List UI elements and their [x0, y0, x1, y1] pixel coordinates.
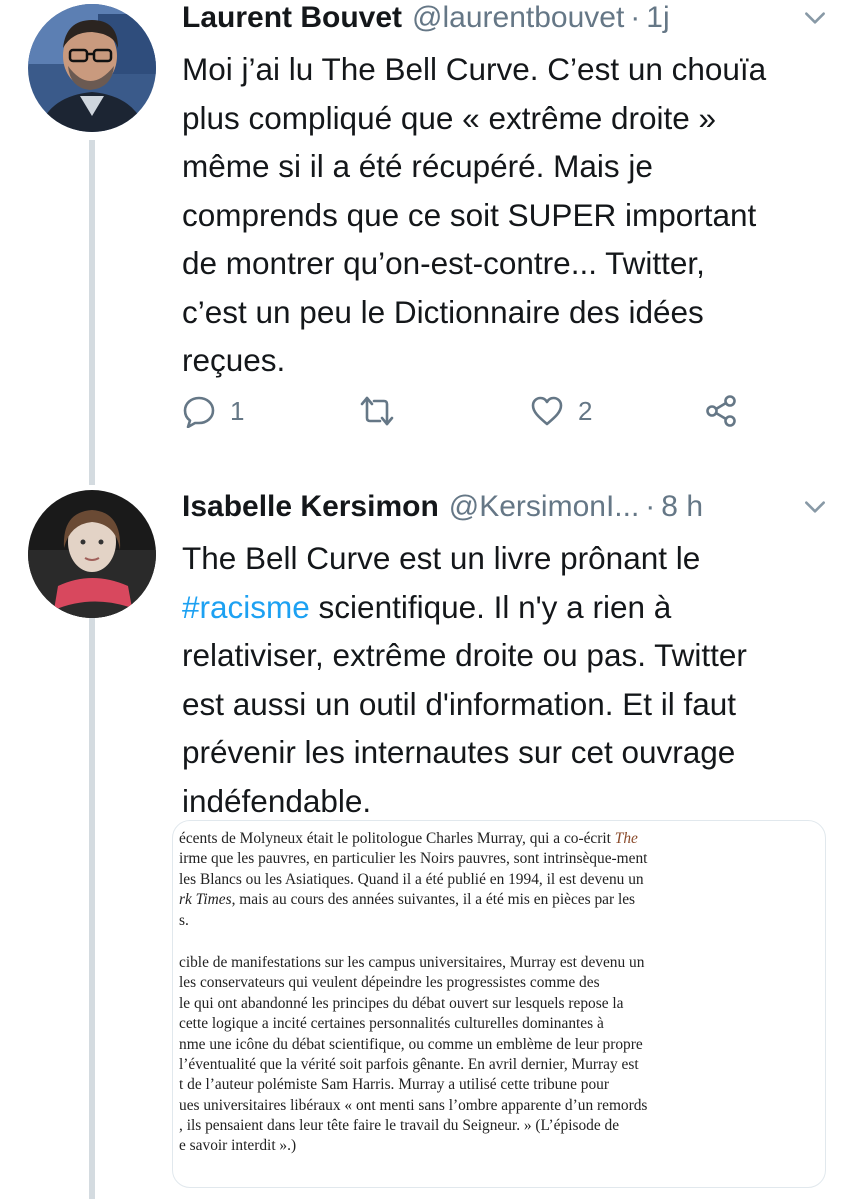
tweet: Isabelle Kersimon @KersimonI... · 8 h Th… — [182, 489, 828, 825]
scan-line: le qui ont abandonné les principes du dé… — [179, 994, 624, 1012]
author-handle[interactable]: @KersimonI... — [449, 490, 640, 524]
scan-line: l’éventualité que la vérité soit parfois… — [179, 1055, 639, 1073]
scan-line: rk Times, mais au cours des années suiva… — [179, 891, 636, 909]
chevron-down-icon[interactable] — [802, 494, 828, 520]
tweet-text-line: #racisme scientifique. Il n'y a rien à — [182, 583, 828, 632]
like-button[interactable]: 2 — [530, 394, 592, 428]
tweet-text-line: The Bell Curve est un livre prônant le — [182, 540, 701, 576]
tweet-text-line: relativiser, extrême droite ou pas. Twit… — [182, 637, 747, 673]
scan-line: les conservateurs qui veulent dépeindre … — [179, 974, 600, 992]
author-name[interactable]: Isabelle Kersimon — [182, 490, 439, 524]
tweet-text: The Bell Curve est un livre prônant le #… — [182, 534, 828, 825]
scan-line: nme une icône du débat scientifique, ou … — [179, 1035, 643, 1053]
avatar[interactable] — [28, 490, 156, 618]
avatar[interactable] — [28, 4, 156, 132]
scan-line: irme que les pauvres, en particulier les… — [179, 850, 648, 868]
author-name[interactable]: Laurent Bouvet — [182, 1, 402, 35]
scan-line: cette logique a incité certaines personn… — [179, 1015, 604, 1033]
scan-line: les Blancs ou les Asiatiques. Quand il a… — [179, 870, 644, 888]
thread-connector — [89, 140, 95, 485]
scan-line: t de l’auteur polémiste Sam Harris. Murr… — [179, 1076, 609, 1094]
reply-count: 1 — [230, 395, 245, 426]
scan-line: e savoir interdit ».) — [179, 1137, 297, 1155]
chevron-down-icon[interactable] — [802, 5, 828, 31]
tweet-text-line: c’est un peu le Dictionnaire des idées — [182, 293, 704, 330]
separator-dot: · — [630, 1, 641, 34]
like-icon — [531, 396, 563, 426]
tweet-text-line: indéfendable. — [182, 782, 372, 819]
scan-line: cible de manifestations sur les campus u… — [179, 953, 645, 971]
scan-line: , ils pensaient dans leur tête faire le … — [179, 1117, 620, 1135]
tweet: Laurent Bouvet @laurentbouvet · 1j Moi j… — [182, 0, 828, 385]
tweet-header: Laurent Bouvet @laurentbouvet · 1j — [182, 0, 828, 36]
share-icon — [706, 395, 736, 427]
tweet-actions: 1 2 — [182, 394, 762, 434]
reply-button[interactable]: 1 — [182, 394, 244, 428]
timestamp[interactable]: 8 h — [661, 490, 703, 524]
tweet-text-line: plus compliqué que « extrême droite » — [182, 99, 717, 136]
separator-dot: · — [645, 490, 656, 523]
tweet-text: Moi j’ai lu The Bell Curve. C’est un cho… — [182, 45, 828, 385]
tweet-text-line: Moi j’ai lu The Bell Curve. C’est un cho… — [182, 51, 767, 87]
scan-line: ues universitaires libéraux « ont menti … — [179, 1096, 648, 1114]
attached-image[interactable]: écents de Molyneux était le politologue … — [172, 820, 826, 1188]
retweet-icon — [360, 396, 394, 426]
share-button[interactable] — [704, 394, 738, 428]
like-count: 2 — [578, 395, 593, 426]
tweet-text-fragment: scientifique. Il n'y a rien à — [309, 588, 672, 625]
scan-line: écents de Molyneux était le politologue … — [179, 830, 638, 847]
scanned-page-text: écents de Molyneux était le politologue … — [173, 829, 813, 1157]
reply-icon — [183, 396, 215, 428]
timestamp[interactable]: 1j — [646, 1, 669, 35]
author-handle[interactable]: @laurentbouvet — [412, 1, 624, 35]
hashtag-link[interactable]: #racisme — [182, 589, 310, 625]
tweet-text-line: même si il a été récupéré. Mais je — [182, 148, 653, 184]
tweet-text-line: reçues. — [182, 342, 286, 378]
thread-connector — [89, 615, 95, 1199]
retweet-button[interactable] — [358, 394, 396, 428]
scan-line: s. — [179, 911, 189, 929]
tweet-text-line: prévenir les internautes sur cet ouvrage — [182, 734, 736, 770]
tweet-text-line: de montrer qu’on-est-contre... Twitter, — [182, 245, 705, 281]
tweet-header: Isabelle Kersimon @KersimonI... · 8 h — [182, 489, 828, 525]
tweet-text-line: comprends que ce soit SUPER important — [182, 196, 757, 233]
tweet-text-line: est aussi un outil d'information. Et il … — [182, 685, 737, 722]
